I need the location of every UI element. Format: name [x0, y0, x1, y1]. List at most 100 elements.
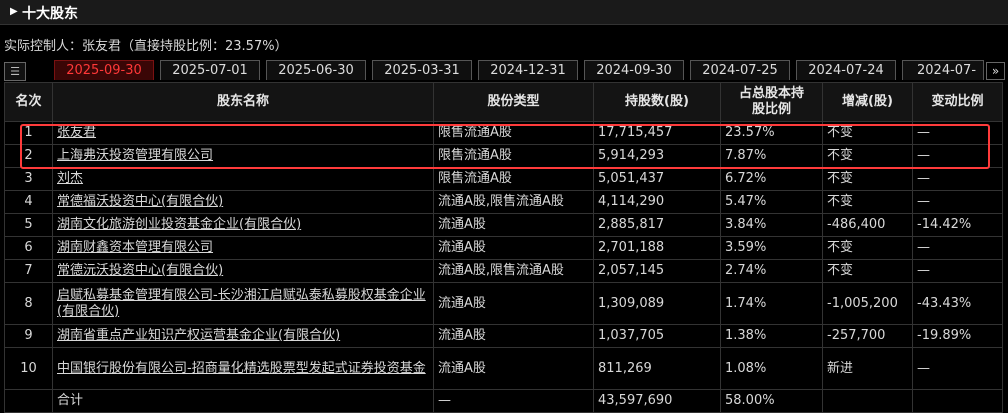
shareholder-name[interactable]: 启赋私募基金管理有限公司-长沙湘江启赋弘泰私募股权基金企业(有限合伙): [57, 288, 426, 319]
total-ratio: 58.00%: [720, 389, 823, 413]
tab-date-9[interactable]: 2024-07-2: [902, 60, 984, 98]
holding-ratio: 5.47%: [720, 190, 823, 214]
shareholder-link[interactable]: 湖南文化旅游创业投资基金企业(有限合伙): [52, 213, 434, 237]
header-change-ratio[interactable]: 变动比例: [912, 82, 1003, 122]
header-shares[interactable]: 持股数(股): [593, 82, 721, 122]
shareholder-name[interactable]: 中国银行股份有限公司-招商量化精选股票型发起式证券投资基金: [57, 361, 426, 376]
shareholder-link[interactable]: 张友君: [52, 121, 434, 145]
total-rank-cell: [4, 389, 53, 413]
shareholder-name[interactable]: 常德沅沃投资中心(有限合伙): [57, 263, 223, 278]
row-rank: 4: [4, 190, 53, 214]
header-type[interactable]: 股份类型: [433, 82, 594, 122]
share-count: 1,037,705: [593, 324, 721, 348]
change-ratio: —: [912, 190, 1003, 214]
change-ratio: —: [912, 347, 1003, 390]
table-row: 1 张友君 限售流通A股 17,715,457 23.57% 不变 —: [4, 121, 1003, 145]
tab-date-6[interactable]: 2024-09-30: [584, 60, 684, 80]
change-value: 不变: [822, 167, 913, 191]
shareholder-name[interactable]: 刘杰: [57, 171, 83, 186]
row-rank: 3: [4, 167, 53, 191]
row-rank: 10: [4, 347, 53, 390]
row-rank: 1: [4, 121, 53, 145]
share-type: 流通A股: [433, 282, 594, 325]
date-tab-bar: ☰ 2025-09-30 2025-07-01 2025-06-30 2025-…: [0, 60, 1008, 98]
holding-ratio: 6.72%: [720, 167, 823, 191]
tab-date-5[interactable]: 2024-12-31: [478, 60, 578, 80]
next-tabs-icon[interactable]: »: [986, 62, 1005, 80]
row-rank: 5: [4, 213, 53, 237]
change-ratio: —: [912, 144, 1003, 168]
tab-date-8[interactable]: 2024-07-24: [796, 60, 896, 80]
total-type: —: [433, 389, 594, 413]
total-shares: 43,597,690: [593, 389, 721, 413]
collapse-triangle-icon[interactable]: ▶: [10, 6, 18, 17]
section-header[interactable]: ▶ 十大股东: [0, 0, 1008, 25]
shareholder-link[interactable]: 湖南省重点产业知识产权运营基金企业(有限合伙): [52, 324, 434, 348]
header-rank[interactable]: 名次: [4, 82, 53, 122]
share-count: 4,114,290: [593, 190, 721, 214]
share-count: 5,051,437: [593, 167, 721, 191]
shareholder-link[interactable]: 启赋私募基金管理有限公司-长沙湘江启赋弘泰私募股权基金企业(有限合伙): [52, 282, 434, 325]
table-row: 2 上海弗沃投资管理有限公司 限售流通A股 5,914,293 7.87% 不变…: [4, 144, 1003, 168]
table-row: 10 中国银行股份有限公司-招商量化精选股票型发起式证券投资基金 流通A股 81…: [4, 347, 1003, 390]
change-value: 不变: [822, 259, 913, 283]
change-value: 不变: [822, 190, 913, 214]
table-header-row: 名次 股东名称 股份类型 持股数(股) 占总股本持股比例 增减(股) 变动比例: [4, 82, 1003, 122]
share-count: 2,885,817: [593, 213, 721, 237]
shareholder-link[interactable]: 常德沅沃投资中心(有限合伙): [52, 259, 434, 283]
change-value: -257,700: [822, 324, 913, 348]
change-ratio: —: [912, 121, 1003, 145]
tab-date-2[interactable]: 2025-07-01: [160, 60, 260, 80]
change-value: 不变: [822, 236, 913, 260]
table-row: 9 湖南省重点产业知识产权运营基金企业(有限合伙) 流通A股 1,037,705…: [4, 324, 1003, 348]
shareholder-link[interactable]: 中国银行股份有限公司-招商量化精选股票型发起式证券投资基金: [52, 347, 434, 390]
shareholder-name[interactable]: 湖南省重点产业知识产权运营基金企业(有限合伙): [57, 328, 340, 343]
table-row: 8 启赋私募基金管理有限公司-长沙湘江启赋弘泰私募股权基金企业(有限合伙) 流通…: [4, 282, 1003, 325]
change-ratio: —: [912, 259, 1003, 283]
share-count: 811,269: [593, 347, 721, 390]
shareholder-link[interactable]: 刘杰: [52, 167, 434, 191]
row-rank: 8: [4, 282, 53, 325]
table-row: 6 湖南财鑫资本管理有限公司 流通A股 2,701,188 3.59% 不变 —: [4, 236, 1003, 260]
share-type: 限售流通A股: [433, 144, 594, 168]
list-view-icon[interactable]: ☰: [4, 62, 26, 81]
shareholder-link[interactable]: 湖南财鑫资本管理有限公司: [52, 236, 434, 260]
share-type: 流通A股: [433, 324, 594, 348]
table-row: 3 刘杰 限售流通A股 5,051,437 6.72% 不变 —: [4, 167, 1003, 191]
holding-ratio: 7.87%: [720, 144, 823, 168]
change-ratio: -19.89%: [912, 324, 1003, 348]
shareholder-name[interactable]: 上海弗沃投资管理有限公司: [57, 148, 213, 163]
total-row: 合计 — 43,597,690 58.00%: [4, 389, 1003, 413]
top-shareholders-table: 名次 股东名称 股份类型 持股数(股) 占总股本持股比例 增减(股) 变动比例 …: [4, 82, 1003, 413]
table-row: 4 常德福沃投资中心(有限合伙) 流通A股,限售流通A股 4,114,290 5…: [4, 190, 1003, 214]
share-count: 2,057,145: [593, 259, 721, 283]
tab-date-4[interactable]: 2025-03-31: [372, 60, 472, 80]
shareholder-link[interactable]: 上海弗沃投资管理有限公司: [52, 144, 434, 168]
table-row: 5 湖南文化旅游创业投资基金企业(有限合伙) 流通A股 2,885,817 3.…: [4, 213, 1003, 237]
share-type: 流通A股: [433, 347, 594, 390]
shareholder-name[interactable]: 常德福沃投资中心(有限合伙): [57, 194, 223, 209]
header-name[interactable]: 股东名称: [52, 82, 434, 122]
tab-date-3[interactable]: 2025-06-30: [266, 60, 366, 80]
shareholder-name[interactable]: 张友君: [57, 125, 96, 140]
change-ratio: -14.42%: [912, 213, 1003, 237]
shareholder-name[interactable]: 湖南财鑫资本管理有限公司: [57, 240, 213, 255]
change-ratio: —: [912, 167, 1003, 191]
share-type: 流通A股,限售流通A股: [433, 259, 594, 283]
actual-controller-line: 实际控制人：张友君（直接持股比例：23.57%）: [4, 39, 288, 54]
shareholder-link[interactable]: 常德福沃投资中心(有限合伙): [52, 190, 434, 214]
section-title: 十大股东: [22, 6, 78, 22]
total-change: [822, 389, 913, 413]
header-ratio[interactable]: 占总股本持股比例: [720, 82, 823, 122]
row-rank: 2: [4, 144, 53, 168]
holding-ratio: 1.08%: [720, 347, 823, 390]
shareholder-name[interactable]: 湖南文化旅游创业投资基金企业(有限合伙): [57, 217, 301, 232]
tab-date-7[interactable]: 2024-07-25: [690, 60, 790, 80]
tab-date-1[interactable]: 2025-09-30: [54, 60, 154, 80]
share-count: 2,701,188: [593, 236, 721, 260]
holding-ratio: 3.84%: [720, 213, 823, 237]
share-count: 17,715,457: [593, 121, 721, 145]
table-row: 7 常德沅沃投资中心(有限合伙) 流通A股,限售流通A股 2,057,145 2…: [4, 259, 1003, 283]
share-type: 流通A股: [433, 213, 594, 237]
header-change[interactable]: 增减(股): [822, 82, 913, 122]
